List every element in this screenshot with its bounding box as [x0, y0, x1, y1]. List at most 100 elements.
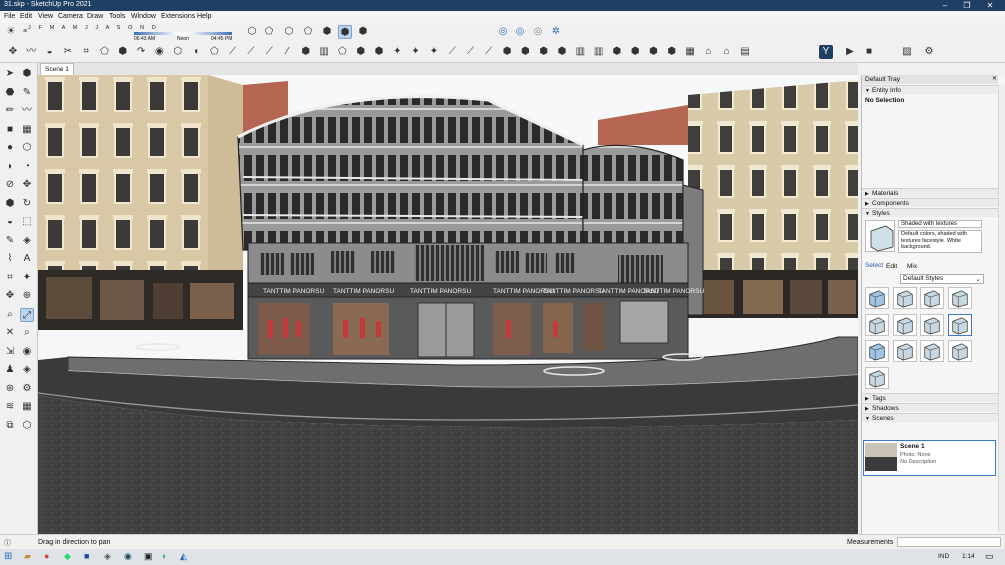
tool-icon[interactable]: ▥: [317, 45, 331, 59]
tool-icon[interactable]: ⬢: [372, 45, 386, 59]
style-thumbnail[interactable]: [865, 340, 889, 362]
style-thumbnail[interactable]: [892, 287, 917, 309]
tool-icon[interactable]: ✦: [20, 271, 34, 285]
tool-icon[interactable]: ⬠: [335, 45, 349, 59]
style-thumbnail[interactable]: [920, 313, 944, 336]
app-icon[interactable]: ◆: [64, 551, 71, 562]
play-icon[interactable]: ▶: [843, 45, 857, 59]
tool-icon[interactable]: ■: [3, 123, 17, 137]
tool-icon[interactable]: ≋: [3, 400, 17, 414]
layout-icon[interactable]: ▨: [900, 45, 914, 59]
style-thumbnail[interactable]: [947, 313, 972, 336]
tool-icon[interactable]: ⊛: [3, 382, 17, 396]
tool-icon[interactable]: ⬢: [518, 45, 532, 59]
tool-icon[interactable]: ✎: [20, 86, 34, 100]
menu-tools[interactable]: Tools: [109, 13, 125, 20]
tool-icon[interactable]: ⬣: [3, 86, 17, 100]
tool-icon[interactable]: ⬡: [171, 45, 185, 59]
maximize-icon[interactable]: ❐: [955, 0, 979, 11]
tool-icon[interactable]: ◒: [3, 215, 17, 229]
tool-icon[interactable]: ⟋: [226, 45, 240, 59]
menu-extensions[interactable]: Extensions: [161, 13, 195, 20]
app-icon[interactable]: ◈: [104, 551, 111, 562]
tool-icon[interactable]: ⌗: [79, 45, 93, 59]
tool-icon[interactable]: ✦: [390, 45, 404, 59]
tool-icon[interactable]: ▦: [20, 123, 34, 137]
scene-tab-1[interactable]: Scene 1: [40, 63, 74, 75]
tool-icon[interactable]: ▥: [592, 45, 606, 59]
tool-icon[interactable]: ⬢: [665, 45, 679, 59]
tool-icon[interactable]: ✥: [3, 289, 17, 303]
info-icon[interactable]: ⓘ: [4, 538, 11, 548]
tool-icon[interactable]: ▥: [573, 45, 587, 59]
menu-edit[interactable]: Edit: [20, 13, 32, 20]
components-header[interactable]: ▶ Components: [862, 198, 998, 207]
style-thumbnail[interactable]: [920, 287, 944, 309]
tool-icon[interactable]: ✕: [3, 326, 17, 340]
tool-icon[interactable]: ⟋: [445, 45, 459, 59]
windows-start-icon[interactable]: ⊞: [4, 551, 12, 562]
tool-icon[interactable]: ⌇: [3, 252, 17, 266]
entity-info-header[interactable]: ▼ Entity Info: [862, 85, 998, 94]
style-description[interactable]: Default colors, shaded with textures fac…: [898, 230, 982, 253]
shaded-icon[interactable]: ⬢: [320, 25, 334, 39]
gear-icon[interactable]: ⚙: [922, 45, 936, 59]
tool-icon[interactable]: ✎: [3, 234, 17, 248]
extension-warehouse-icon[interactable]: ◎: [513, 25, 527, 39]
tool-icon[interactable]: ⬡: [20, 419, 34, 433]
tool-icon[interactable]: ⟋: [464, 45, 478, 59]
xray-icon[interactable]: ⬡: [245, 25, 259, 39]
tool-icon[interactable]: ⬚: [20, 215, 34, 229]
tool-icon[interactable]: ⌗: [3, 271, 17, 285]
tool-icon[interactable]: ⬢: [610, 45, 624, 59]
materials-header[interactable]: ▶ Materials: [862, 188, 998, 197]
file-explorer-icon[interactable]: ▰: [24, 551, 31, 562]
style-thumbnail[interactable]: [865, 313, 889, 336]
model-viewport[interactable]: TANTTIM PANORSU TANTTIM PANORSU TANTTIM …: [38, 75, 858, 534]
tool-icon[interactable]: ●: [3, 141, 17, 155]
monochrome-icon[interactable]: ⬢: [356, 25, 370, 39]
tool-icon[interactable]: ✦: [427, 45, 441, 59]
tab-edit[interactable]: Edit: [886, 263, 897, 270]
tool-icon[interactable]: ↻: [20, 197, 34, 211]
tool-icon[interactable]: ⇲: [3, 345, 17, 359]
tool-icon[interactable]: ➤: [3, 67, 17, 81]
style-thumbnail[interactable]: [892, 313, 917, 336]
shadow-toggle-icon[interactable]: ☀: [4, 25, 18, 39]
tool-icon[interactable]: A: [20, 252, 34, 266]
share-model-icon[interactable]: ◎: [531, 25, 545, 39]
tool-icon[interactable]: 〰: [20, 104, 34, 118]
notification-icon[interactable]: ▭: [985, 551, 994, 562]
tool-icon[interactable]: ◒: [43, 45, 57, 59]
tool-icon[interactable]: ◖: [189, 45, 203, 59]
minimize-icon[interactable]: –: [933, 0, 957, 11]
style-thumbnail[interactable]: [947, 340, 972, 362]
tool-icon[interactable]: ⚙: [20, 382, 34, 396]
shadows-header[interactable]: ▶ Shadows: [862, 403, 998, 412]
back-edges-icon[interactable]: ⬠: [262, 25, 276, 39]
style-thumbnail[interactable]: [865, 366, 889, 389]
close-icon[interactable]: ✕: [978, 0, 1002, 11]
tool-icon[interactable]: ⬢: [647, 45, 661, 59]
tags-header[interactable]: ▶ Tags: [862, 393, 998, 402]
shadow-time-slider[interactable]: [134, 32, 232, 35]
tool-icon[interactable]: ✂: [61, 45, 75, 59]
clock[interactable]: 1:14: [962, 553, 975, 560]
warehouse-icon[interactable]: ◎: [496, 25, 510, 39]
tool-icon[interactable]: ⧉: [3, 419, 17, 433]
extension-manager-icon[interactable]: ✲: [549, 25, 563, 39]
styles-header[interactable]: ▼ Styles: [862, 208, 998, 217]
tool-icon[interactable]: ⬢: [628, 45, 642, 59]
tab-mix[interactable]: Mix: [907, 263, 917, 270]
tool-icon[interactable]: 〰: [24, 45, 38, 59]
tool-icon[interactable]: ⬠: [98, 45, 112, 59]
tool-icon[interactable]: ✥: [6, 45, 20, 59]
tool-icon[interactable]: ⌂: [701, 45, 715, 59]
tool-icon[interactable]: ⬢: [299, 45, 313, 59]
tool-icon[interactable]: ⊘: [3, 178, 17, 192]
tool-icon[interactable]: ▦: [683, 45, 697, 59]
scene-item[interactable]: Scene 1 Photo: None No Description: [863, 440, 996, 476]
tool-icon[interactable]: ⬡: [20, 141, 34, 155]
tool-icon[interactable]: ⬢: [116, 45, 130, 59]
tool-icon[interactable]: ◈: [20, 363, 34, 377]
